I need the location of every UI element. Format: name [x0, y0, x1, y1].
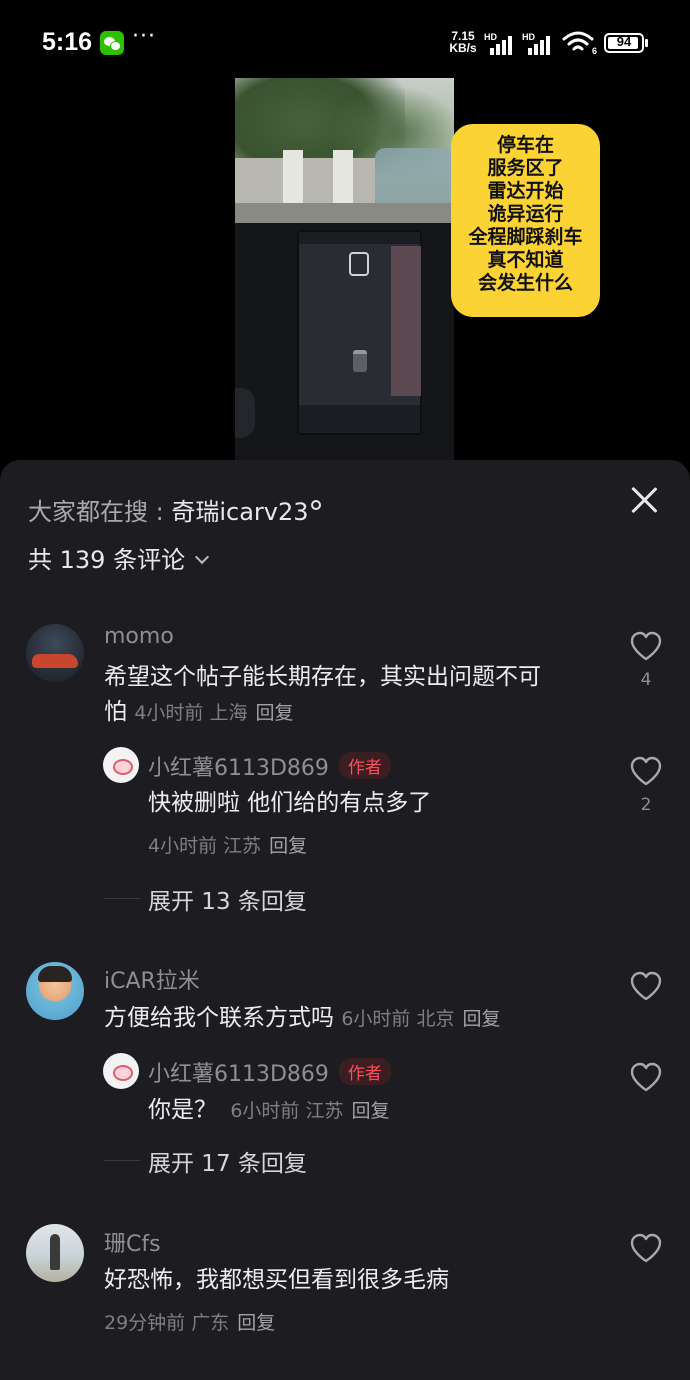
like-count: 4 — [640, 670, 652, 690]
video-caption-sticker: 停车在 服务区了 雷达开始 诡异运行 全程脚踩刹车 真不知道 会发生什么 — [451, 124, 600, 317]
comment-text[interactable]: 希望这个帖子能长期存在，其实出问题不可 — [104, 660, 541, 695]
heart-outline-icon[interactable] — [629, 630, 663, 662]
signal-sim1-icon: HD — [484, 32, 516, 55]
reply-button[interactable]: 回复 — [462, 1008, 500, 1030]
expand-replies-button[interactable]: 展开 17 条回复 — [148, 1144, 307, 1178]
reply-button[interactable]: 回复 — [255, 702, 293, 724]
caption-line: 服务区了 — [487, 157, 564, 179]
video-player[interactable] — [235, 78, 454, 460]
heart-outline-icon[interactable] — [629, 970, 663, 1002]
reply-username[interactable]: 小红薯6113D869 作者 — [148, 750, 391, 782]
status-bar: 5:16 ··· 7.15 KB/s HD HD 6 94 — [0, 0, 690, 88]
comment-text-continued[interactable]: 怕 4小时前 上海 回复 — [104, 695, 293, 731]
sim1-hd-label: HD — [484, 32, 497, 42]
comment-meta: 29分钟前 广东 回复 — [104, 1308, 275, 1335]
reply-username-text: 小红薯6113D869 — [148, 1062, 329, 1087]
avatar[interactable] — [103, 1053, 139, 1089]
reply-text[interactable]: 你是？ 6小时前 江苏 回复 — [148, 1093, 389, 1129]
reply-meta: 6小时前 江苏 — [230, 1100, 344, 1122]
battery-icon: 94 — [604, 33, 648, 53]
reply-button[interactable]: 回复 — [269, 835, 307, 857]
reply-meta: 4小时前 江苏 回复 — [148, 831, 307, 858]
expand-replies-button[interactable]: 展开 13 条回复 — [148, 882, 307, 916]
heart-outline-icon[interactable] — [629, 1061, 663, 1093]
more-notifications-icon: ··· — [132, 24, 156, 49]
like-count: 2 — [640, 795, 652, 815]
wechat-notification-icon — [100, 31, 124, 55]
network-speed: 7.15 KB/s — [446, 30, 480, 54]
comment-text-body: 方便给我个联系方式吗 — [104, 1005, 334, 1031]
clock: 5:16 — [42, 28, 93, 56]
comment-meta: 4小时前 上海 — [134, 702, 248, 724]
caption-line: 停车在 — [496, 134, 554, 156]
chevron-down-icon — [195, 549, 210, 565]
search-icon — [310, 500, 321, 510]
network-speed-unit: KB/s — [449, 41, 477, 55]
avatar[interactable] — [103, 747, 139, 783]
heart-outline-icon[interactable] — [629, 755, 663, 787]
trending-search-link[interactable]: 大家都在搜 : 奇瑞icarv23 — [28, 492, 321, 527]
caption-line: 真不知道 — [487, 249, 564, 271]
divider — [104, 1160, 140, 1161]
reply-meta-text: 4小时前 江苏 — [148, 835, 262, 857]
reply-button[interactable]: 回复 — [237, 1312, 275, 1334]
reply-text-body: 你是？ — [148, 1097, 217, 1123]
comment-meta: 6小时前 北京 — [341, 1008, 455, 1030]
comment-username[interactable]: iCAR拉米 — [104, 963, 200, 995]
divider — [104, 898, 140, 899]
trending-search-prefix: 大家都在搜 : — [28, 498, 172, 526]
heart-outline-icon[interactable] — [629, 1232, 663, 1264]
avatar[interactable] — [26, 962, 84, 1020]
reply-username-text: 小红薯6113D869 — [148, 756, 329, 781]
comment-count: 共 139 条评论 — [28, 546, 186, 574]
comment-username[interactable]: momo — [104, 624, 174, 649]
wifi-icon: 6 — [562, 30, 597, 56]
caption-line: 雷达开始 — [487, 180, 564, 202]
reply-button[interactable]: 回复 — [351, 1100, 389, 1122]
close-icon[interactable] — [628, 484, 660, 516]
caption-line: 诡异运行 — [487, 203, 564, 225]
wifi-badge: 6 — [591, 46, 597, 56]
comment-count-sort[interactable]: 共 139 条评论 — [28, 540, 210, 575]
reply-username[interactable]: 小红薯6113D869 作者 — [148, 1056, 391, 1088]
trending-search-term: 奇瑞icarv23 — [171, 498, 309, 526]
comment-username[interactable]: 珊Cfs — [104, 1226, 161, 1258]
comment-text[interactable]: 好恐怖，我都想买但看到很多毛病 — [104, 1263, 449, 1298]
comment-text-tail: 怕 — [104, 699, 127, 725]
author-badge: 作者 — [338, 1058, 391, 1085]
caption-line: 全程脚踩刹车 — [468, 226, 583, 248]
avatar[interactable] — [26, 624, 84, 682]
caption-line: 会发生什么 — [477, 272, 573, 294]
avatar[interactable] — [26, 1224, 84, 1282]
signal-sim2-icon: HD — [522, 32, 554, 55]
comment-meta-text: 29分钟前 广东 — [104, 1312, 230, 1334]
car-center-display — [297, 230, 422, 435]
battery-level: 94 — [616, 34, 632, 49]
reply-text[interactable]: 快被删啦 他们给的有点多了 — [148, 786, 431, 821]
sim2-hd-label: HD — [522, 32, 535, 42]
comment-text[interactable]: 方便给我个联系方式吗 6小时前 北京 回复 — [104, 1001, 500, 1037]
author-badge: 作者 — [338, 752, 391, 779]
